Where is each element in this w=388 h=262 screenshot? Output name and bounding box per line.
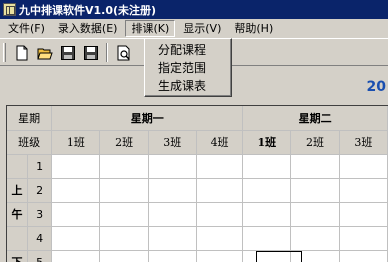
schedule-cell[interactable] [242,178,292,203]
schedule-cell[interactable] [196,226,244,251]
schedule-cell[interactable] [148,154,197,179]
schedule-cell[interactable] [196,154,244,179]
new-file-icon [16,45,28,60]
timetable-grid[interactable]: 星期 星期一 星期二 班级 1班 2班 3班 4班 1班 2班 3班 1 上 2… [6,105,388,262]
session-char-morning-2: 午 [7,202,29,227]
timetable: 星期 星期一 星期二 班级 1班 2班 3班 4班 1班 2班 3班 1 上 2… [7,106,388,262]
save-button[interactable] [57,42,79,63]
schedule-cell[interactable] [290,178,340,203]
toolbar-separator [106,43,108,62]
print-preview-button[interactable] [113,42,135,63]
schedule-cell[interactable] [148,178,197,203]
schedule-cell[interactable] [99,178,149,203]
menu-view[interactable]: 显示(V) [178,20,226,37]
schedule-cell[interactable] [99,226,149,251]
class-header[interactable]: 2班 [99,130,149,155]
schedule-cell[interactable] [242,226,292,251]
class-header[interactable]: 2班 [290,130,340,155]
open-folder-icon [37,48,53,59]
schedule-cell[interactable] [148,202,197,227]
period-number: 5 [27,250,53,262]
session-label-spacer [7,226,29,251]
print-preview-icon [117,45,130,60]
schedule-cell[interactable] [242,202,292,227]
period-number: 4 [27,226,53,251]
schedule-cell[interactable] [290,226,340,251]
menu-item-assign-courses[interactable]: 分配课程 [145,41,231,59]
title-bar: 九中排课软件V1.0(未注册) [0,0,388,19]
menu-input-data[interactable]: 录入数据(E) [53,20,123,37]
schedule-cell[interactable] [99,202,149,227]
schedule-cell[interactable] [290,154,340,179]
schedule-cell[interactable] [196,250,244,262]
class-header[interactable]: 4班 [196,130,244,155]
save-icon [61,45,75,60]
schedule-cell[interactable] [339,226,388,251]
schedule-cell[interactable] [148,226,197,251]
new-file-button[interactable] [11,42,33,63]
menu-item-generate-timetable[interactable]: 生成课表 [145,77,231,95]
session-char-afternoon: 下 [7,250,29,262]
schedule-cell[interactable] [339,202,388,227]
day-header-tuesday: 星期二 [242,106,388,131]
menu-file[interactable]: 文件(F) [3,20,50,37]
menu-item-set-range[interactable]: 指定范围 [145,59,231,77]
schedule-cell[interactable] [290,250,340,262]
date-label: 20 [366,79,386,95]
period-number: 3 [27,202,53,227]
corner-class-label: 班级 [7,130,53,155]
schedule-cell[interactable] [51,250,101,262]
period-number: 2 [27,178,53,203]
class-header[interactable]: 3班 [148,130,197,155]
schedule-cell[interactable] [148,250,197,262]
schedule-cell[interactable] [51,202,101,227]
menu-help[interactable]: 帮助(H) [229,20,278,37]
schedule-cell[interactable] [339,250,388,262]
menu-bar: 文件(F) 录入数据(E) 排课(K) 显示(V) 帮助(H) [0,19,388,38]
save-copy-icon [84,45,98,60]
session-char-morning-1: 上 [7,178,29,203]
period-number: 1 [27,154,53,179]
class-header[interactable]: 1班 [242,130,292,155]
schedule-cell[interactable] [290,202,340,227]
schedule-cell[interactable] [51,226,101,251]
class-header[interactable]: 1班 [51,130,101,155]
schedule-cell[interactable] [196,202,244,227]
window-title: 九中排课软件V1.0(未注册) [19,3,157,17]
schedule-dropdown-menu: 分配课程 指定范围 生成课表 [144,38,232,97]
schedule-cell[interactable] [99,154,149,179]
schedule-cell[interactable] [99,250,149,262]
app-icon [3,3,16,16]
save-copy-button[interactable] [80,42,102,63]
schedule-cell[interactable] [51,154,101,179]
toolbar-grip[interactable] [3,43,6,62]
day-header-monday: 星期一 [51,106,244,131]
schedule-cell[interactable] [242,250,292,262]
session-label-morning [7,154,29,179]
schedule-cell[interactable] [339,178,388,203]
schedule-cell[interactable] [242,154,292,179]
schedule-cell[interactable] [339,154,388,179]
schedule-cell[interactable] [51,178,101,203]
menu-schedule[interactable]: 排课(K) [125,20,176,37]
class-header[interactable]: 3班 [339,130,388,155]
corner-weekday-label: 星期 [7,106,53,131]
open-button[interactable] [34,42,56,63]
schedule-cell[interactable] [196,178,244,203]
